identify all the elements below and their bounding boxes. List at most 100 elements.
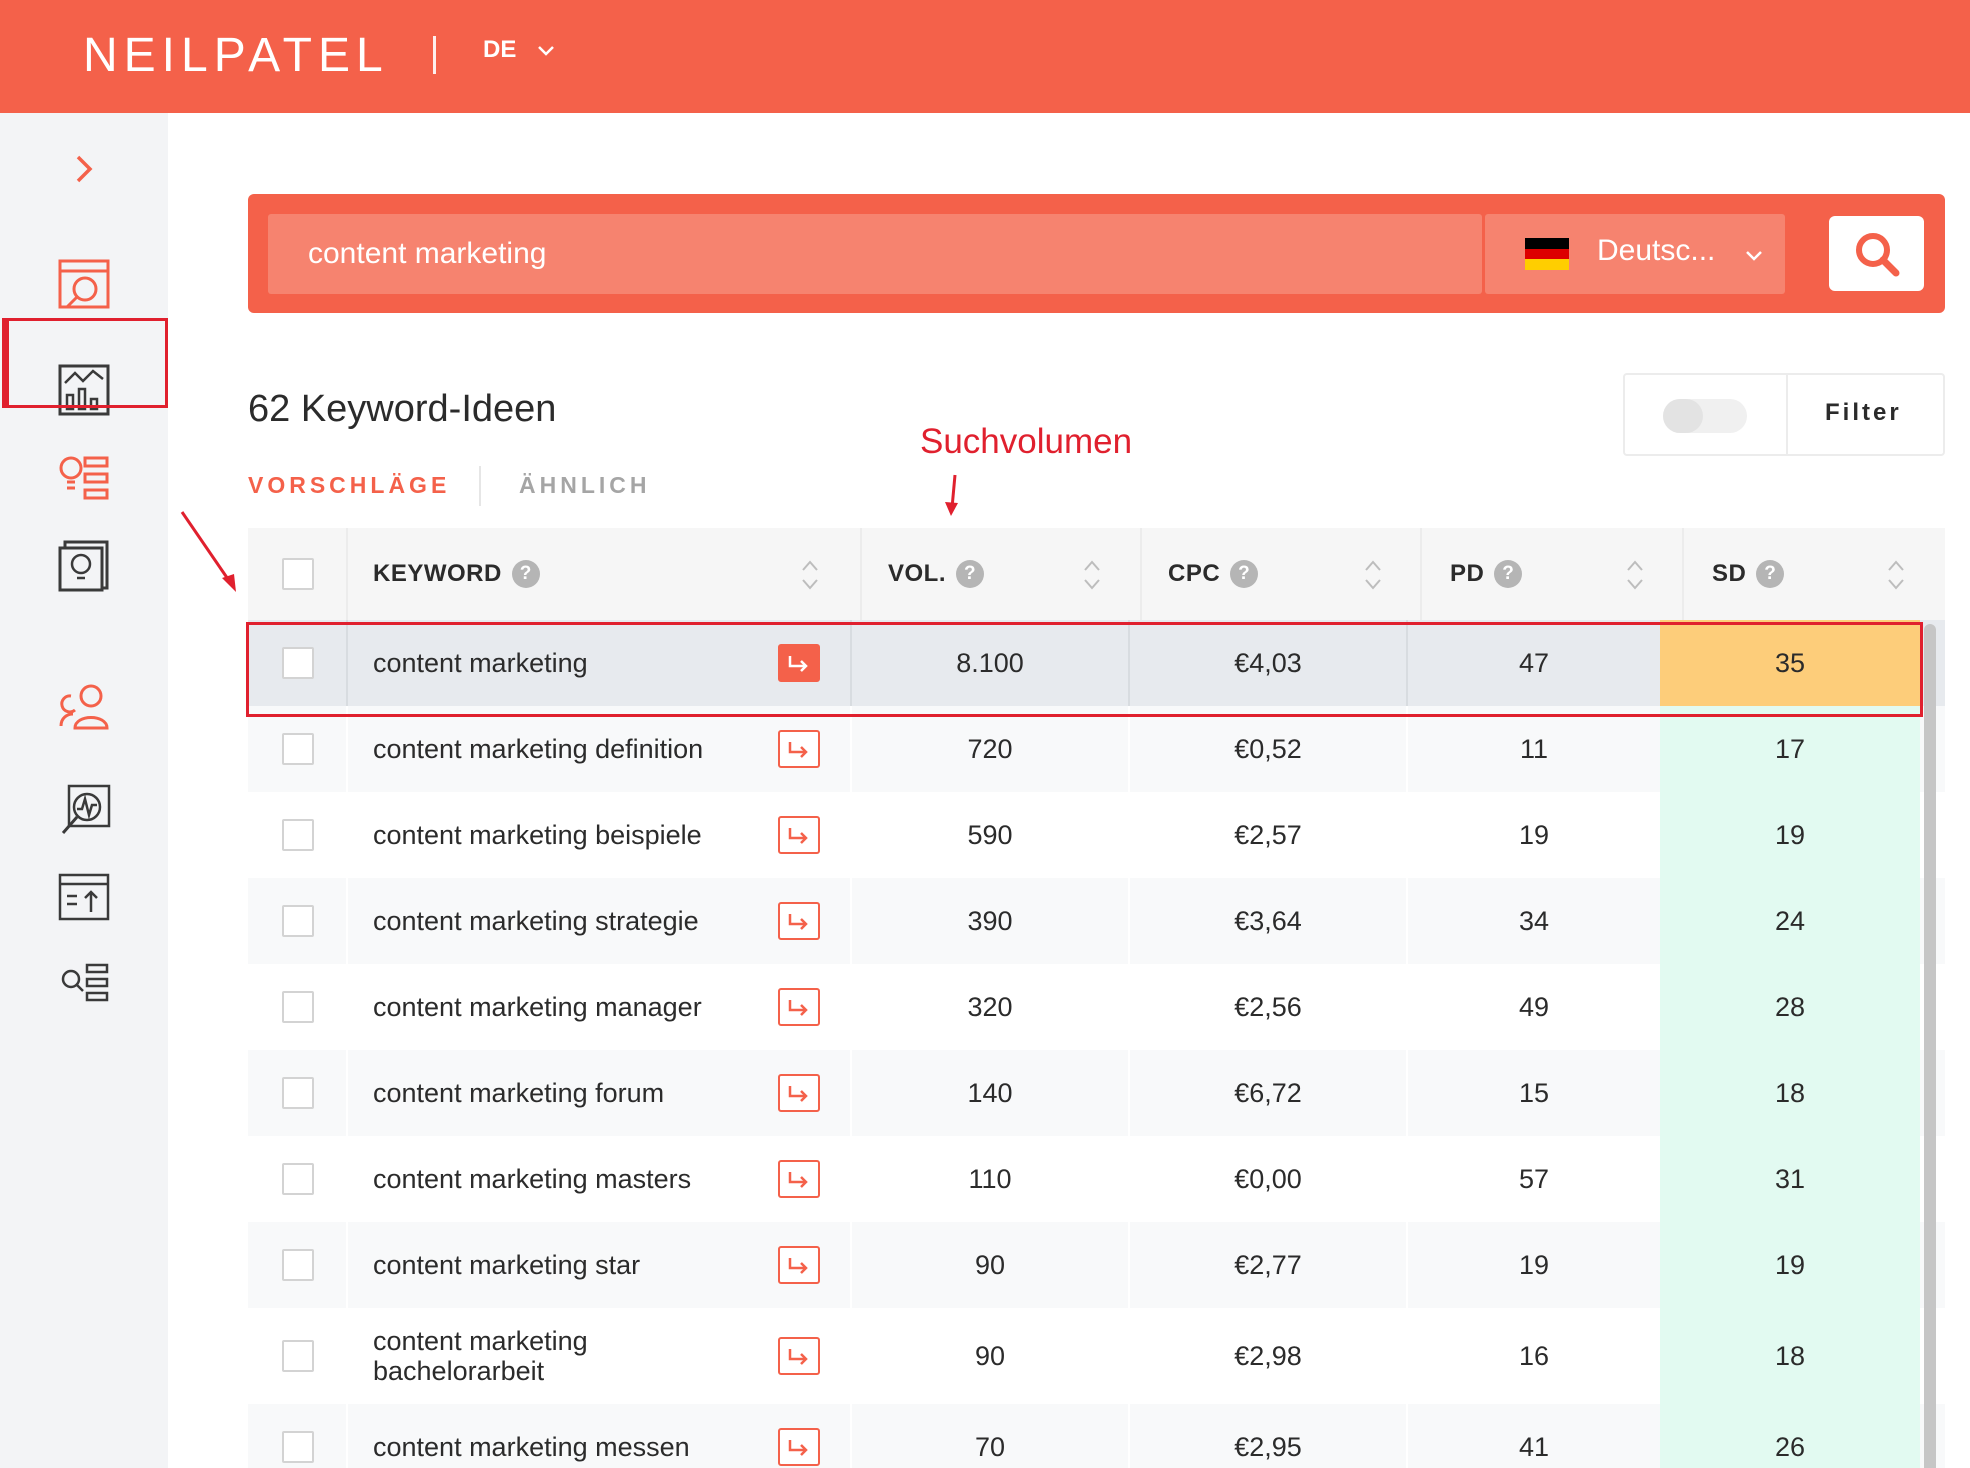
table-header: KEYWORD? VOL.? CPC? PD? SD? <box>248 528 1945 620</box>
cpc-cell: €0,00 <box>1234 1163 1302 1194</box>
language-selector-label[interactable]: DE <box>483 36 516 64</box>
cpc-cell: €2,57 <box>1234 819 1302 850</box>
sd-cell: 31 <box>1774 1163 1806 1194</box>
search-icon <box>1855 232 1899 276</box>
sidebar <box>0 113 168 1468</box>
open-keyword-icon[interactable] <box>778 816 820 854</box>
chevron-right-icon[interactable] <box>70 149 98 194</box>
sd-cell: 19 <box>1774 819 1806 850</box>
table-scrollbar[interactable] <box>1924 624 1936 1468</box>
row-checkbox[interactable] <box>282 1077 314 1109</box>
keyword-cell[interactable]: content marketing star <box>373 1222 743 1308</box>
row-checkbox[interactable] <box>282 905 314 937</box>
column-header-keyword[interactable]: KEYWORD? <box>373 528 540 620</box>
volume-cell: 70 <box>974 1431 1006 1462</box>
table-row[interactable]: content marketing beispiele 590 €2,57 19 19 <box>248 792 1945 878</box>
help-icon[interactable]: ? <box>1494 560 1523 588</box>
pd-cell: 57 <box>1518 1163 1550 1194</box>
keyword-cell[interactable]: content marketing masters <box>373 1136 743 1222</box>
volume-cell: 90 <box>974 1249 1006 1280</box>
row-checkbox[interactable] <box>282 1431 314 1463</box>
row-checkbox[interactable] <box>282 1340 314 1372</box>
sd-cell: 24 <box>1774 905 1806 936</box>
keyword-cell[interactable]: content marketing strategie <box>373 878 743 964</box>
help-icon[interactable]: ? <box>1756 560 1785 588</box>
pd-cell: 34 <box>1518 905 1550 936</box>
search-button[interactable] <box>1829 216 1924 291</box>
column-header-cpc[interactable]: CPC? <box>1168 528 1259 620</box>
volume-cell: 320 <box>967 991 1013 1022</box>
open-keyword-icon[interactable] <box>778 988 820 1026</box>
help-icon[interactable]: ? <box>1230 560 1259 588</box>
sd-cell: 18 <box>1774 1340 1806 1371</box>
sort-icon[interactable] <box>1886 558 1906 597</box>
open-keyword-icon[interactable] <box>778 902 820 940</box>
row-checkbox[interactable] <box>282 733 314 765</box>
table-row[interactable]: content marketing masters 110 €0,00 57 31 <box>248 1136 1945 1222</box>
volume-cell: 390 <box>967 905 1013 936</box>
sd-cell: 26 <box>1774 1431 1806 1462</box>
filter-toggle[interactable] <box>1663 399 1747 433</box>
volume-cell: 140 <box>967 1077 1013 1108</box>
keyword-cell[interactable]: content marketing definition <box>373 706 743 792</box>
select-all-checkbox[interactable] <box>282 558 314 590</box>
keyword-search-input[interactable] <box>268 214 1482 294</box>
keyword-research-icon[interactable] <box>55 953 113 1011</box>
sort-icon[interactable] <box>1363 558 1383 597</box>
keyword-cell[interactable]: content marketing beispiele <box>373 792 743 878</box>
table-row[interactable]: content marketing definition 720 €0,52 11 17 <box>248 706 1945 792</box>
table-row[interactable]: content marketing forum 140 €6,72 15 18 <box>248 1050 1945 1136</box>
keyword-cell[interactable]: content marketing manager <box>373 964 743 1050</box>
pd-cell: 19 <box>1518 1249 1550 1280</box>
cpc-cell: €6,72 <box>1234 1077 1302 1108</box>
rank-tracking-icon[interactable] <box>55 868 113 926</box>
help-icon[interactable]: ? <box>511 560 540 588</box>
open-keyword-icon[interactable] <box>778 1337 820 1375</box>
keyword-cell[interactable]: content marketing bachelorarbeit <box>373 1308 743 1404</box>
open-keyword-icon[interactable] <box>778 730 820 768</box>
volume-cell: 590 <box>967 819 1013 850</box>
sort-icon[interactable] <box>1625 558 1645 597</box>
sd-cell: 19 <box>1774 1249 1806 1280</box>
filter-button[interactable]: Filter <box>1825 399 1902 427</box>
column-header-sd[interactable]: SD? <box>1712 528 1785 620</box>
row-checkbox[interactable] <box>282 1249 314 1281</box>
tab-aehnlich[interactable]: ÄHNLICH <box>519 472 651 499</box>
keyword-cell[interactable]: content marketing forum <box>373 1050 743 1136</box>
row-checkbox[interactable] <box>282 819 314 851</box>
keyword-ideas-icon[interactable] <box>55 448 113 506</box>
page-title: 62 Keyword-Ideen <box>248 388 557 430</box>
open-keyword-icon[interactable] <box>778 1428 820 1466</box>
site-audit-icon[interactable] <box>55 256 113 314</box>
sort-icon[interactable] <box>800 558 820 597</box>
table-row[interactable]: content marketing messen 70 €2,95 41 26 <box>248 1404 1945 1468</box>
help-icon[interactable]: ? <box>956 560 985 588</box>
tab-vorschlaege[interactable]: VORSCHLÄGE <box>248 472 450 499</box>
top-bar: NEILPATEL DE <box>0 0 1970 113</box>
sort-icon[interactable] <box>1082 558 1102 597</box>
content-ideas-icon[interactable] <box>55 536 113 594</box>
pd-cell: 41 <box>1518 1431 1550 1462</box>
backlink-analyzer-icon[interactable] <box>55 781 113 839</box>
column-header-vol[interactable]: VOL.? <box>888 528 985 620</box>
pd-cell: 49 <box>1518 991 1550 1022</box>
table-row[interactable]: content marketing bachelorarbeit 90 €2,98 1… <box>248 1308 1945 1404</box>
table-row[interactable]: content marketing manager 320 €2,56 49 28 <box>248 964 1945 1050</box>
germany-flag-icon <box>1525 238 1569 270</box>
users-icon[interactable] <box>55 678 113 736</box>
brand-logo[interactable]: NEILPATEL <box>83 28 389 83</box>
open-keyword-icon[interactable] <box>778 1160 820 1198</box>
volume-cell: 90 <box>974 1340 1006 1371</box>
keyword-cell[interactable]: content marketing messen <box>373 1404 743 1468</box>
column-header-pd[interactable]: PD? <box>1450 528 1523 620</box>
row-checkbox[interactable] <box>282 1163 314 1195</box>
table-row[interactable]: content marketing strategie 390 €3,64 34 24 <box>248 878 1945 964</box>
sd-cell: 17 <box>1774 733 1806 764</box>
chevron-down-icon[interactable] <box>536 40 556 65</box>
row-checkbox[interactable] <box>282 991 314 1023</box>
pd-cell: 15 <box>1518 1077 1550 1108</box>
table-row[interactable]: content marketing star 90 €2,77 19 19 <box>248 1222 1945 1308</box>
open-keyword-icon[interactable] <box>778 1246 820 1284</box>
open-keyword-icon[interactable] <box>778 1074 820 1112</box>
country-selector[interactable]: Deutsc... <box>1485 214 1785 294</box>
